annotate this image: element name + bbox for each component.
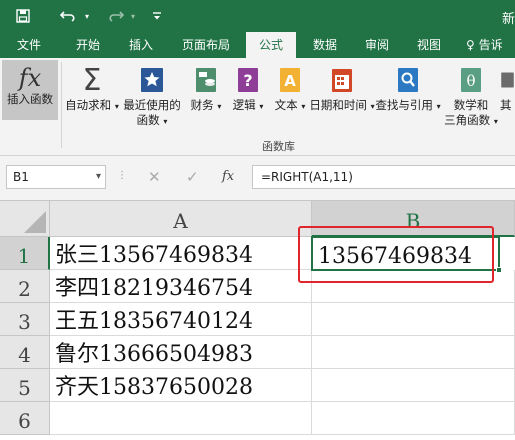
column-header-a[interactable]: A bbox=[50, 201, 312, 237]
row-header-2[interactable]: 2 bbox=[0, 270, 50, 303]
row-header-5[interactable]: 5 bbox=[0, 369, 50, 402]
cell-a6[interactable] bbox=[50, 402, 312, 435]
ribbon-tabs: 文件 开始 插入 页面布局 公式 数据 审阅 视图 ♀ 告诉 bbox=[0, 32, 515, 58]
tab-insert[interactable]: 插入 bbox=[118, 32, 164, 58]
row-header-4[interactable]: 4 bbox=[0, 336, 50, 369]
more-icon bbox=[500, 66, 515, 94]
logical-button[interactable]: ? 逻辑 ▾ bbox=[228, 62, 268, 114]
cell-a4[interactable]: 鲁尔13666504983 bbox=[50, 336, 312, 369]
customize-icon[interactable] bbox=[150, 6, 164, 26]
worksheet-grid: A B 1 2 3 4 5 6 张三13567469834 李四18219346… bbox=[0, 200, 515, 435]
svg-text:?: ? bbox=[243, 71, 252, 90]
select-all-button[interactable] bbox=[0, 201, 50, 237]
cell-a2[interactable]: 李四18219346754 bbox=[50, 270, 312, 303]
enter-icon[interactable]: ✓ bbox=[186, 168, 199, 186]
svg-text:A: A bbox=[284, 72, 296, 90]
insert-function-icon[interactable]: fx bbox=[222, 169, 234, 184]
sigma-icon: Σ bbox=[82, 62, 102, 98]
logical-label: 逻辑 bbox=[232, 98, 256, 112]
tab-view[interactable]: 视图 bbox=[406, 32, 452, 58]
undo-dropdown-icon[interactable]: ▾ bbox=[82, 6, 92, 26]
cell-b5[interactable] bbox=[312, 369, 515, 402]
financial-label: 财务 bbox=[190, 98, 214, 112]
title-bar: ▾ ▾ 新 bbox=[0, 0, 515, 32]
cell-b6[interactable] bbox=[312, 402, 515, 435]
math-trig-label: 数学和 bbox=[453, 98, 489, 112]
date-time-label: 日期和时间 bbox=[309, 98, 367, 112]
tab-review[interactable]: 审阅 bbox=[354, 32, 400, 58]
chevron-down-icon: ▾ bbox=[370, 102, 375, 111]
text-icon: A bbox=[276, 66, 304, 94]
chevron-down-icon: ▾ bbox=[436, 102, 441, 111]
lookup-icon bbox=[394, 66, 422, 94]
theta-icon: θ bbox=[457, 66, 485, 94]
tell-me-search[interactable]: ♀ 告诉 bbox=[466, 32, 515, 58]
tab-data[interactable]: 数据 bbox=[302, 32, 348, 58]
highlight-annotation bbox=[298, 226, 494, 283]
finance-icon bbox=[192, 66, 220, 94]
cell-b4[interactable] bbox=[312, 336, 515, 369]
fx-icon: fx bbox=[18, 64, 42, 92]
more-functions-button[interactable]: 其 bbox=[500, 62, 515, 113]
tab-page-layout[interactable]: 页面布局 bbox=[172, 32, 240, 58]
tab-home[interactable]: 开始 bbox=[62, 32, 114, 58]
name-box-value: B1 bbox=[13, 170, 29, 184]
financial-button[interactable]: 财务 ▾ bbox=[186, 62, 226, 114]
recently-used-label: 最近使用的 bbox=[123, 98, 181, 112]
chevron-down-icon: ▾ bbox=[259, 102, 264, 111]
chevron-down-icon[interactable]: ▾ bbox=[96, 166, 101, 188]
star-icon bbox=[138, 66, 166, 94]
tab-file[interactable]: 文件 bbox=[4, 32, 54, 58]
autosum-label: 自动求和 bbox=[65, 98, 112, 112]
more-functions-label: 其 bbox=[500, 98, 512, 112]
cell-b3[interactable] bbox=[312, 303, 515, 336]
lookup-reference-label: 查找与引用 bbox=[375, 98, 433, 112]
ribbon-formulas: fx 插入函数 Σ 自动求和 ▾ 最近使用的 函数 ▾ 财务 ▾ ? 逻辑 ▾ A… bbox=[0, 58, 515, 156]
undo-icon[interactable] bbox=[58, 6, 80, 26]
chevron-down-icon: ▾ bbox=[301, 102, 306, 111]
lookup-reference-button[interactable]: 查找与引用 ▾ bbox=[375, 62, 441, 114]
row-header-6[interactable]: 6 bbox=[0, 402, 50, 435]
calendar-icon bbox=[328, 66, 356, 94]
cell-a1[interactable]: 张三13567469834 bbox=[50, 237, 312, 270]
text-button[interactable]: A 文本 ▾ bbox=[270, 62, 310, 114]
date-time-button[interactable]: 日期和时间 ▾ bbox=[309, 62, 375, 114]
autosum-button[interactable]: Σ 自动求和 ▾ bbox=[64, 62, 120, 114]
chevron-down-icon: ▾ bbox=[114, 102, 119, 111]
chevron-down-icon: ▾ bbox=[493, 117, 498, 126]
window-title: 新 bbox=[501, 12, 515, 27]
cancel-icon[interactable]: ✕ bbox=[148, 168, 161, 186]
row-header-3[interactable]: 3 bbox=[0, 303, 50, 336]
text-label: 文本 bbox=[274, 98, 298, 112]
insert-function-button[interactable]: fx 插入函数 bbox=[2, 60, 58, 120]
svg-text:θ: θ bbox=[466, 72, 475, 90]
formula-bar: B1 ▾ ⋮ ✕ ✓ fx =RIGHT(A1,11) bbox=[0, 156, 515, 200]
row-header-1[interactable]: 1 bbox=[0, 237, 50, 270]
recently-used-button[interactable]: 最近使用的 函数 ▾ bbox=[120, 62, 184, 129]
fill-handle[interactable] bbox=[496, 267, 502, 273]
save-icon[interactable] bbox=[14, 6, 32, 26]
ribbon-separator bbox=[61, 62, 62, 148]
math-trig-button[interactable]: θ 数学和 三角函数 ▾ bbox=[442, 62, 500, 129]
recently-used-label-2: 函数 bbox=[136, 113, 160, 127]
math-trig-label-2: 三角函数 bbox=[444, 113, 491, 127]
chevron-down-icon: ▾ bbox=[217, 102, 222, 111]
cell-a5[interactable]: 齐天15837650028 bbox=[50, 369, 312, 402]
redo-icon bbox=[104, 6, 126, 26]
cell-a3[interactable]: 王五18356740124 bbox=[50, 303, 312, 336]
tab-formulas[interactable]: 公式 bbox=[246, 32, 296, 58]
function-library-group-label: 函数库 bbox=[262, 140, 295, 153]
chevron-down-icon: ▾ bbox=[163, 117, 168, 126]
logic-icon: ? bbox=[234, 66, 262, 94]
name-box[interactable]: B1 ▾ bbox=[6, 165, 106, 189]
formula-bar-splitter[interactable]: ⋮ bbox=[117, 170, 127, 181]
redo-dropdown-icon: ▾ bbox=[130, 11, 135, 21]
formula-input[interactable]: =RIGHT(A1,11) bbox=[252, 165, 515, 189]
